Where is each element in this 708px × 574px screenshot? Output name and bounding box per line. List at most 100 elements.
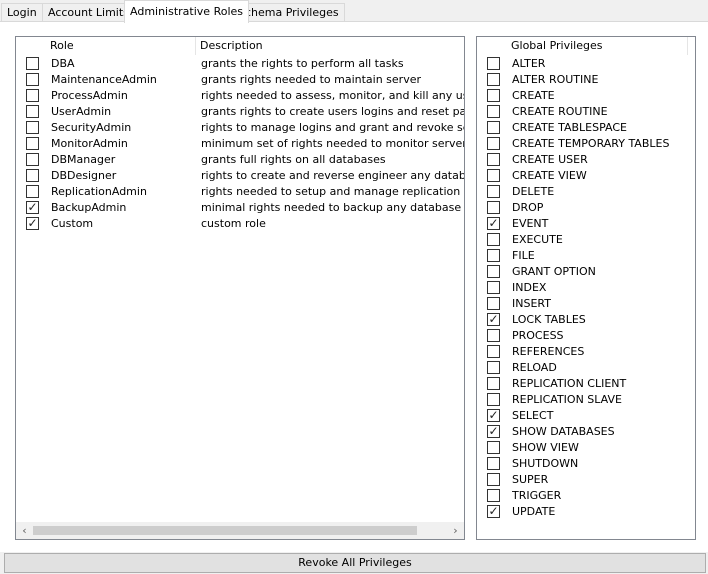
checkbox[interactable] [487,169,500,182]
privilege-row[interactable]: CREATE [477,88,695,104]
checkbox[interactable] [487,249,500,262]
privilege-row[interactable]: REFERENCES [477,344,695,360]
privilege-row[interactable]: ✓ EVENT [477,216,695,232]
description-column-header[interactable]: Description [200,37,263,55]
column-divider[interactable] [687,37,688,55]
checkbox[interactable] [487,489,500,502]
privilege-row[interactable]: CREATE TABLESPACE [477,120,695,136]
checkbox[interactable] [26,137,39,150]
tab-account-limits[interactable]: Account Limits [42,3,135,21]
tab-login[interactable]: Login [1,3,43,21]
checkbox[interactable] [26,185,39,198]
checked-checkbox[interactable]: ✓ [487,217,500,230]
checked-checkbox[interactable]: ✓ [26,217,39,230]
privilege-name: CREATE [512,89,555,102]
role-row[interactable]: MonitorAdmin minimum set of rights needed… [16,136,464,152]
checkbox[interactable] [487,457,500,470]
checkbox[interactable] [487,73,500,86]
privilege-row[interactable]: ✓ LOCK TABLES [477,312,695,328]
checked-checkbox[interactable]: ✓ [487,425,500,438]
privilege-row[interactable]: INSERT [477,296,695,312]
privilege-row[interactable]: TRIGGER [477,488,695,504]
privilege-row[interactable]: ✓ SELECT [477,408,695,424]
privilege-row[interactable]: REPLICATION SLAVE [477,392,695,408]
role-row[interactable]: ProcessAdmin rights needed to assess, mon… [16,88,464,104]
privilege-row[interactable]: DROP [477,200,695,216]
checkbox[interactable] [487,297,500,310]
scrollbar-thumb[interactable] [33,526,417,535]
role-row[interactable]: DBA grants the rights to perform all task… [16,56,464,72]
checkbox[interactable] [487,185,500,198]
privilege-row[interactable]: FILE [477,248,695,264]
checkbox[interactable] [487,105,500,118]
privilege-row[interactable]: CREATE ROUTINE [477,104,695,120]
checkbox[interactable] [26,57,39,70]
checked-checkbox[interactable]: ✓ [487,505,500,518]
checkbox[interactable] [26,121,39,134]
tab-administrative-roles[interactable]: Administrative Roles [124,0,249,23]
role-row[interactable]: UserAdmin grants rights to create users l… [16,104,464,120]
privilege-row[interactable]: DELETE [477,184,695,200]
checkbox[interactable] [487,57,500,70]
privilege-row[interactable]: ALTER [477,56,695,72]
revoke-all-privileges-button[interactable]: Revoke All Privileges [4,553,706,573]
checkbox[interactable] [26,105,39,118]
checkbox[interactable] [487,137,500,150]
privilege-row[interactable]: INDEX [477,280,695,296]
privilege-row[interactable]: PROCESS [477,328,695,344]
role-name: ReplicationAdmin [51,185,147,198]
checkbox[interactable] [487,393,500,406]
scroll-left-icon[interactable]: ‹ [16,522,33,539]
checkbox[interactable] [26,73,39,86]
role-description: minimal rights needed to backup any data… [201,201,462,214]
role-name: MonitorAdmin [51,137,128,150]
checked-checkbox[interactable]: ✓ [26,201,39,214]
checkbox[interactable] [487,281,500,294]
privilege-row[interactable]: CREATE USER [477,152,695,168]
checkbox[interactable] [487,345,500,358]
role-row[interactable]: ReplicationAdmin rights needed to setup a… [16,184,464,200]
checkbox[interactable] [487,233,500,246]
privilege-row[interactable]: SHUTDOWN [477,456,695,472]
role-row[interactable]: DBManager grants full rights on all datab… [16,152,464,168]
checkbox[interactable] [487,201,500,214]
checkbox[interactable] [26,169,39,182]
privilege-row[interactable]: REPLICATION CLIENT [477,376,695,392]
privilege-row[interactable]: EXECUTE [477,232,695,248]
privilege-row[interactable]: GRANT OPTION [477,264,695,280]
scroll-right-icon[interactable]: › [447,522,464,539]
tab-bar: Login Account Limits Administrative Role… [0,0,708,23]
privilege-row[interactable]: RELOAD [477,360,695,376]
checkbox[interactable] [487,265,500,278]
role-row[interactable]: SecurityAdmin rights to manage logins and… [16,120,464,136]
privilege-row[interactable]: ✓ UPDATE [477,504,695,520]
checked-checkbox[interactable]: ✓ [487,313,500,326]
global-privileges-column-header[interactable]: Global Privileges [511,37,602,55]
checkbox[interactable] [487,89,500,102]
checked-checkbox[interactable]: ✓ [487,409,500,422]
role-row[interactable]: DBDesigner rights to create and reverse e… [16,168,464,184]
privilege-row[interactable]: SHOW VIEW [477,440,695,456]
privilege-row[interactable]: ✓ SHOW DATABASES [477,424,695,440]
role-name: DBManager [51,153,116,166]
role-row[interactable]: ✓ Custom custom role [16,216,464,232]
checkbox[interactable] [487,329,500,342]
checkbox[interactable] [487,377,500,390]
checkbox[interactable] [487,121,500,134]
checkbox[interactable] [487,441,500,454]
checkbox[interactable] [26,153,39,166]
privilege-row[interactable]: SUPER [477,472,695,488]
horizontal-scrollbar[interactable]: ‹ › [16,522,464,539]
checkbox[interactable] [487,153,500,166]
role-column-header[interactable]: Role [50,37,74,55]
checkbox[interactable] [487,361,500,374]
role-description: grants the rights to perform all tasks [201,57,404,70]
checkbox[interactable] [487,473,500,486]
checkbox[interactable] [26,89,39,102]
role-row[interactable]: ✓ BackupAdmin minimal rights needed to bac… [16,200,464,216]
privilege-row[interactable]: CREATE TEMPORARY TABLES [477,136,695,152]
column-divider[interactable] [195,37,196,55]
privilege-row[interactable]: ALTER ROUTINE [477,72,695,88]
role-row[interactable]: MaintenanceAdmin grants rights needed to … [16,72,464,88]
privilege-row[interactable]: CREATE VIEW [477,168,695,184]
